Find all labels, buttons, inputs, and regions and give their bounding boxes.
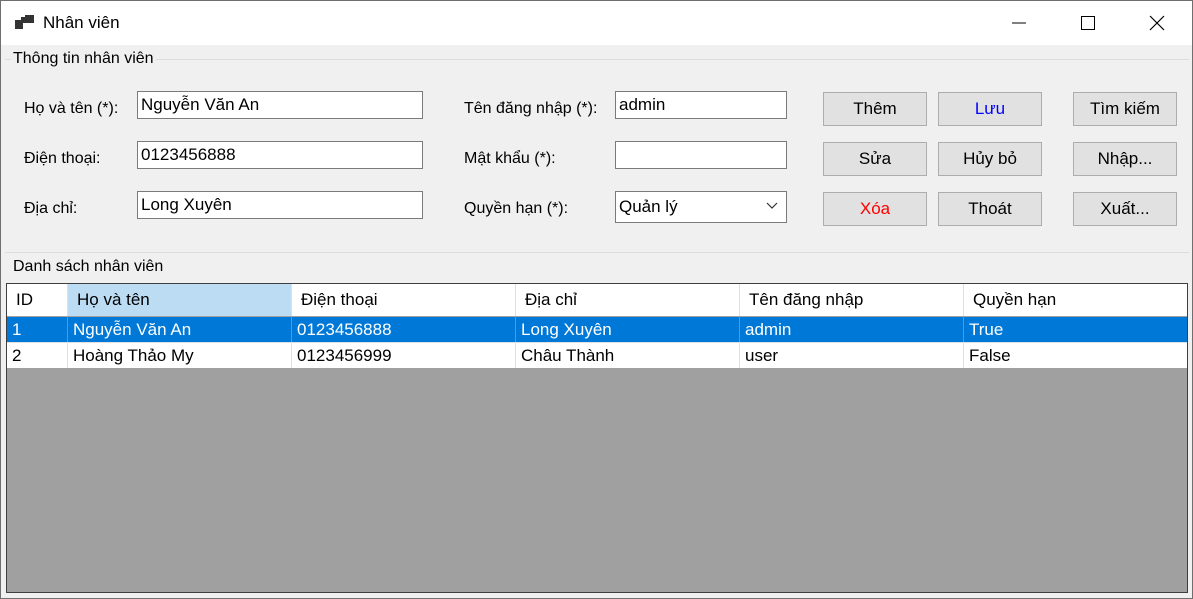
column-header-ten-dang-nhap[interactable]: Tên đăng nhập [740,284,964,316]
employee-list-group-label: Danh sách nhân viên [11,258,166,276]
cell-ten-dang-nhap[interactable]: user [740,343,964,368]
column-header-id[interactable]: ID [7,284,68,316]
column-header-dia-chi[interactable]: Địa chỉ [516,284,740,316]
ten-dang-nhap-input[interactable]: admin [615,91,787,119]
quyen-han-selected-value: Quản lý [619,197,678,216]
chevron-down-icon [766,202,778,209]
employee-window: Nhân viên Thông tin nhân viên Họ và tên … [0,0,1193,599]
tim-kiem-button[interactable]: Tìm kiếm [1073,92,1177,126]
table-row[interactable]: 1 Nguyễn Văn An 0123456888 Long Xuyên ad… [7,317,1187,342]
mat-khau-input[interactable] [615,141,787,169]
ho-ten-label: Họ và tên (*): [24,100,119,117]
nhap-button[interactable]: Nhập... [1073,142,1177,176]
title-bar[interactable]: Nhân viên [1,1,1192,45]
xoa-button[interactable]: Xóa [823,192,927,226]
window-title: Nhân viên [43,13,120,32]
luu-button[interactable]: Lưu [938,92,1042,126]
employee-list-group [5,252,1189,253]
dia-chi-label: Địa chỉ: [24,200,78,217]
cell-ho-ten[interactable]: Nguyễn Văn An [68,317,292,342]
column-header-dien-thoai[interactable]: Điện thoại [292,284,516,316]
ten-dang-nhap-label: Tên đăng nhập (*): [464,100,598,117]
cell-id[interactable]: 2 [7,343,68,368]
maximize-button[interactable] [1053,1,1123,45]
column-header-quyen-han[interactable]: Quyền hạn [964,284,1187,316]
close-icon [1149,15,1165,31]
them-button[interactable]: Thêm [823,92,927,126]
cell-id[interactable]: 1 [7,317,68,342]
cell-quyen-han[interactable]: True [964,317,1187,342]
minimize-icon [1012,22,1026,24]
mat-khau-label: Mật khẩu (*): [464,150,556,167]
table-row[interactable]: 2 Hoàng Thảo My 0123456999 Châu Thành us… [7,343,1187,368]
cell-ho-ten[interactable]: Hoàng Thảo My [68,343,292,368]
dien-thoai-input[interactable]: 0123456888 [137,141,423,169]
app-window-icon [15,15,34,29]
cell-quyen-han[interactable]: False [964,343,1187,368]
quyen-han-label: Quyền hạn (*): [464,200,569,217]
dien-thoai-label: Điện thoại: [24,150,101,167]
ho-ten-input[interactable]: Nguyễn Văn An [137,91,423,119]
dia-chi-input[interactable]: Long Xuyên [137,191,423,219]
huy-bo-button[interactable]: Hủy bỏ [938,142,1042,176]
employee-info-group [5,59,1189,60]
column-header-ho-ten[interactable]: Họ và tên [68,284,292,316]
xuat-button[interactable]: Xuất... [1073,192,1177,226]
cell-dia-chi[interactable]: Châu Thành [516,343,740,368]
quyen-han-select[interactable]: Quản lý [615,191,787,223]
thoat-button[interactable]: Thoát [938,192,1042,226]
sua-button[interactable]: Sửa [823,142,927,176]
employee-info-group-label: Thông tin nhân viên [11,50,156,68]
cell-dia-chi[interactable]: Long Xuyên [516,317,740,342]
cell-dien-thoai[interactable]: 0123456888 [292,317,516,342]
close-button[interactable] [1122,1,1192,45]
cell-dien-thoai[interactable]: 0123456999 [292,343,516,368]
employee-data-grid[interactable]: ID Họ và tên Điện thoại Địa chỉ Tên đăng… [6,283,1188,593]
minimize-button[interactable] [984,1,1054,45]
cell-ten-dang-nhap[interactable]: admin [740,317,964,342]
maximize-icon [1081,16,1095,30]
grid-header-row: ID Họ và tên Điện thoại Địa chỉ Tên đăng… [7,284,1187,316]
